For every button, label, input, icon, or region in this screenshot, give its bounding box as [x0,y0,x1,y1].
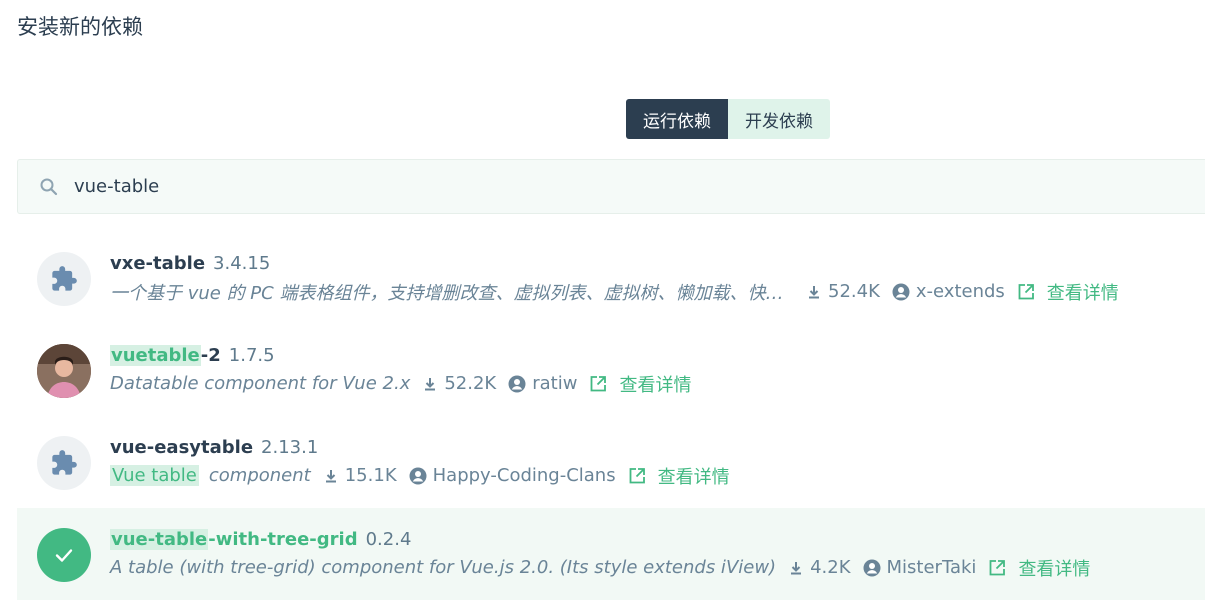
package-name-match: vuetable [110,345,201,366]
author-name: x-extends [915,281,1005,302]
package-description-match: Vue table [110,465,199,486]
package-name: vxe-table [110,253,206,274]
view-details-link[interactable]: 查看详情 [658,463,730,489]
download-count-value: 52.4K [828,281,880,302]
list-item[interactable]: vxe-table 3.4.15 一个基于 vue 的 PC 端表格组件，支持增… [17,232,1205,324]
list-item[interactable]: vuetable-2 1.7.5 Datatable component for… [17,324,1205,416]
view-details-link[interactable]: 查看详情 [1047,279,1119,305]
download-icon [791,561,802,574]
package-author: MisterTaki [863,557,977,578]
view-details-link[interactable]: 查看详情 [1018,555,1090,581]
download-count-value: 52.2K [444,373,497,394]
author-avatar [37,344,91,398]
download-count-value: 15.1K [344,465,397,486]
download-count-value: 4.2K [810,557,851,578]
search-results-list: vxe-table 3.4.15 一个基于 vue 的 PC 端表格组件，支持增… [17,232,1205,600]
package-name-rest: -with-tree-grid [208,529,358,550]
external-link-icon[interactable] [589,375,607,393]
package-author: ratiw [508,373,577,394]
package-name-match: vue-table [110,529,209,550]
package-description: component [208,465,311,486]
external-link-icon[interactable] [988,559,1006,577]
download-icon [425,377,436,390]
package-description: Datatable component for Vue 2.x [110,373,411,394]
tab-dev-dependencies[interactable]: 开发依赖 [728,99,830,139]
list-item[interactable]: vue-easytable 2.13.1 Vue table component… [17,416,1205,508]
package-version: 0.2.4 [365,529,412,550]
check-icon [37,528,91,582]
download-icon [325,469,336,482]
package-author: Happy-Coding-Clans [409,465,616,486]
package-description: A table (with tree-grid) component for V… [110,557,777,578]
external-link-icon[interactable] [1017,283,1035,301]
search-icon [39,177,59,197]
package-version: 1.7.5 [228,345,275,366]
package-name: vuetable-2 [110,345,221,366]
download-count: 15.1K [323,465,397,486]
external-link-icon[interactable] [628,467,646,485]
package-version: 3.4.15 [213,253,271,274]
package-description: 一个基于 vue 的 PC 端表格组件，支持增删改查、虚拟列表、虚拟树、懒加载、… [110,282,794,304]
package-name: vue-easytable [110,437,254,458]
user-icon [863,559,881,576]
package-name-rest: -2 [200,345,221,366]
download-count: 4.2K [788,557,851,578]
tab-runtime-dependencies[interactable]: 运行依赖 [626,99,728,139]
view-details-link[interactable]: 查看详情 [619,371,691,397]
download-icon [809,285,819,298]
user-icon [508,375,526,392]
download-count: 52.2K [422,373,496,394]
author-name: ratiw [532,373,578,394]
puzzle-icon [37,436,91,490]
package-author: x-extends [892,281,1005,302]
search-input[interactable] [74,176,674,197]
search-bar [17,159,1205,214]
page-title: 安装新的依赖 [17,15,143,39]
user-icon [409,467,427,484]
puzzle-icon [37,252,91,306]
package-version: 2.13.1 [261,437,319,458]
dependency-type-tabs: 运行依赖 开发依赖 [626,99,830,139]
package-name: vue-table-with-tree-grid [110,529,358,550]
download-count: 52.4K [806,281,880,302]
author-name: Happy-Coding-Clans [432,465,616,486]
author-name: MisterTaki [886,557,977,578]
user-icon [892,283,910,300]
list-item-selected[interactable]: vue-table-with-tree-grid 0.2.4 A table (… [17,508,1205,600]
